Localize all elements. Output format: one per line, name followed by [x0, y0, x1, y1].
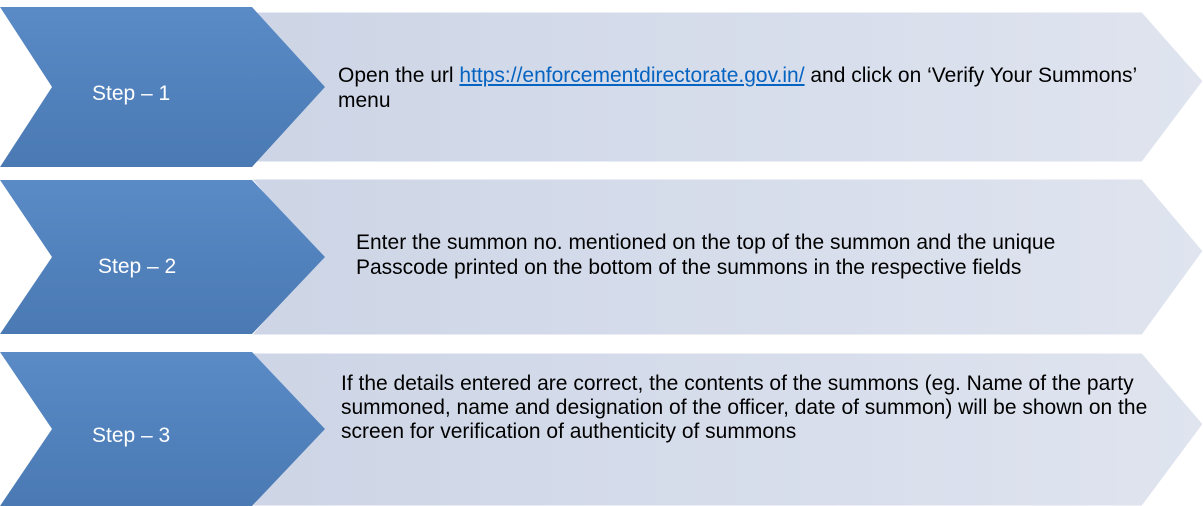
step-1-text: Open the url https://enforcementdirector… [338, 63, 1138, 113]
step-1-label: Step – 1 [92, 82, 171, 105]
step-3-text: If the details entered are correct, the … [341, 372, 1148, 443]
step-2-text: Enter the summon no. mentioned on the to… [356, 231, 1056, 279]
step-3-label: Step – 3 [92, 424, 171, 447]
step-1-text-intro: Open the url [338, 64, 460, 87]
enforcement-directorate-link[interactable]: https://enforcementdirectorate.gov.in/ [459, 64, 804, 87]
step-2-label: Step – 2 [98, 255, 177, 278]
